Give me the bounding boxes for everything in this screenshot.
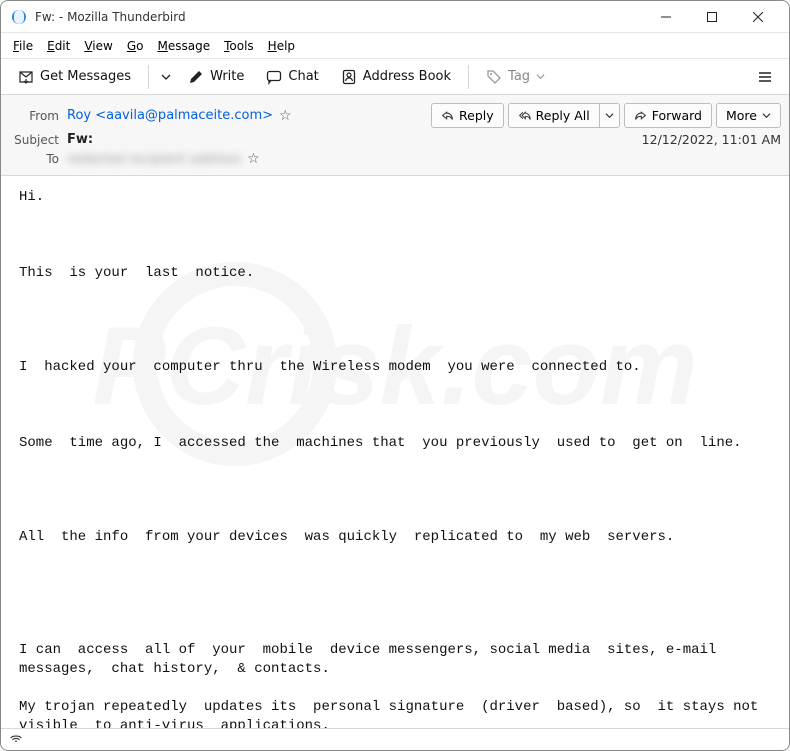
- reply-button[interactable]: Reply: [431, 103, 504, 128]
- menu-go[interactable]: Go: [121, 36, 150, 56]
- star-contact-icon[interactable]: ☆: [279, 108, 292, 124]
- forward-icon: [634, 109, 647, 122]
- window-title: Fw: - Mozilla Thunderbird: [35, 10, 645, 24]
- chevron-down-icon: [605, 111, 614, 120]
- chat-label: Chat: [288, 69, 318, 84]
- reply-icon: [441, 109, 454, 122]
- address-book-label: Address Book: [363, 69, 451, 84]
- chevron-down-icon: [762, 111, 771, 120]
- menu-bar: File Edit View Go Message Tools Help: [1, 33, 789, 59]
- window-titlebar: Fw: - Mozilla Thunderbird: [1, 1, 789, 33]
- chevron-down-icon: [536, 72, 545, 81]
- separator: [148, 65, 149, 89]
- chat-icon: [266, 69, 282, 85]
- status-bar: [1, 728, 789, 750]
- tag-icon: [486, 69, 502, 85]
- maximize-button[interactable]: [691, 4, 733, 30]
- get-messages-button[interactable]: Get Messages: [9, 64, 140, 90]
- chevron-down-icon: [161, 72, 171, 82]
- menu-message[interactable]: Message: [151, 36, 216, 56]
- forward-button[interactable]: Forward: [624, 103, 712, 128]
- star-contact-icon[interactable]: ☆: [247, 151, 260, 167]
- from-label: From: [9, 109, 59, 123]
- menu-edit[interactable]: Edit: [41, 36, 76, 56]
- more-button[interactable]: More: [716, 103, 781, 128]
- menu-view[interactable]: View: [78, 36, 118, 56]
- minimize-button[interactable]: [645, 4, 687, 30]
- window-controls: [645, 4, 779, 30]
- get-messages-label: Get Messages: [40, 69, 131, 84]
- message-body: Hi. This is your last notice. I hacked y…: [1, 176, 789, 728]
- to-value[interactable]: redacted recipient address: [67, 152, 241, 167]
- toolbar: Get Messages Write Chat Address Book Tag: [1, 59, 789, 95]
- chat-button[interactable]: Chat: [257, 64, 327, 90]
- online-status-icon[interactable]: [9, 731, 23, 749]
- message-header: From Roy <aavila@palmaceite.com> ☆ Reply…: [1, 95, 789, 176]
- menu-tools[interactable]: Tools: [218, 36, 260, 56]
- more-label: More: [726, 108, 757, 123]
- reply-all-label: Reply All: [536, 108, 590, 123]
- forward-label: Forward: [652, 108, 702, 123]
- address-book-button[interactable]: Address Book: [332, 64, 460, 90]
- write-button[interactable]: Write: [179, 64, 253, 90]
- write-label: Write: [210, 69, 244, 84]
- tag-button[interactable]: Tag: [477, 64, 554, 90]
- download-icon: [18, 69, 34, 85]
- tag-label: Tag: [508, 69, 530, 84]
- get-messages-dropdown[interactable]: [157, 67, 175, 87]
- message-body-container: Hi. This is your last notice. I hacked y…: [1, 176, 789, 728]
- message-datetime: 12/12/2022, 11:01 AM: [642, 132, 781, 147]
- to-label: To: [9, 152, 59, 166]
- message-actions: Reply Reply All Forward More: [431, 103, 781, 128]
- reply-all-button[interactable]: Reply All: [508, 103, 599, 128]
- reply-all-icon: [518, 109, 531, 122]
- subject-label: Subject: [9, 133, 59, 147]
- reply-label: Reply: [459, 108, 494, 123]
- menu-help[interactable]: Help: [262, 36, 301, 56]
- from-value[interactable]: Roy <aavila@palmaceite.com>: [67, 108, 273, 123]
- close-button[interactable]: [737, 4, 779, 30]
- separator: [468, 65, 469, 89]
- app-icon: [11, 9, 27, 25]
- menu-file[interactable]: File: [7, 36, 39, 56]
- address-book-icon: [341, 69, 357, 85]
- message-scroll[interactable]: Hi. This is your last notice. I hacked y…: [1, 176, 789, 728]
- app-menu-button[interactable]: [749, 64, 781, 90]
- hamburger-icon: [757, 69, 773, 85]
- subject-value: Fw:: [67, 132, 93, 147]
- reply-all-dropdown[interactable]: [599, 103, 620, 128]
- pencil-icon: [188, 69, 204, 85]
